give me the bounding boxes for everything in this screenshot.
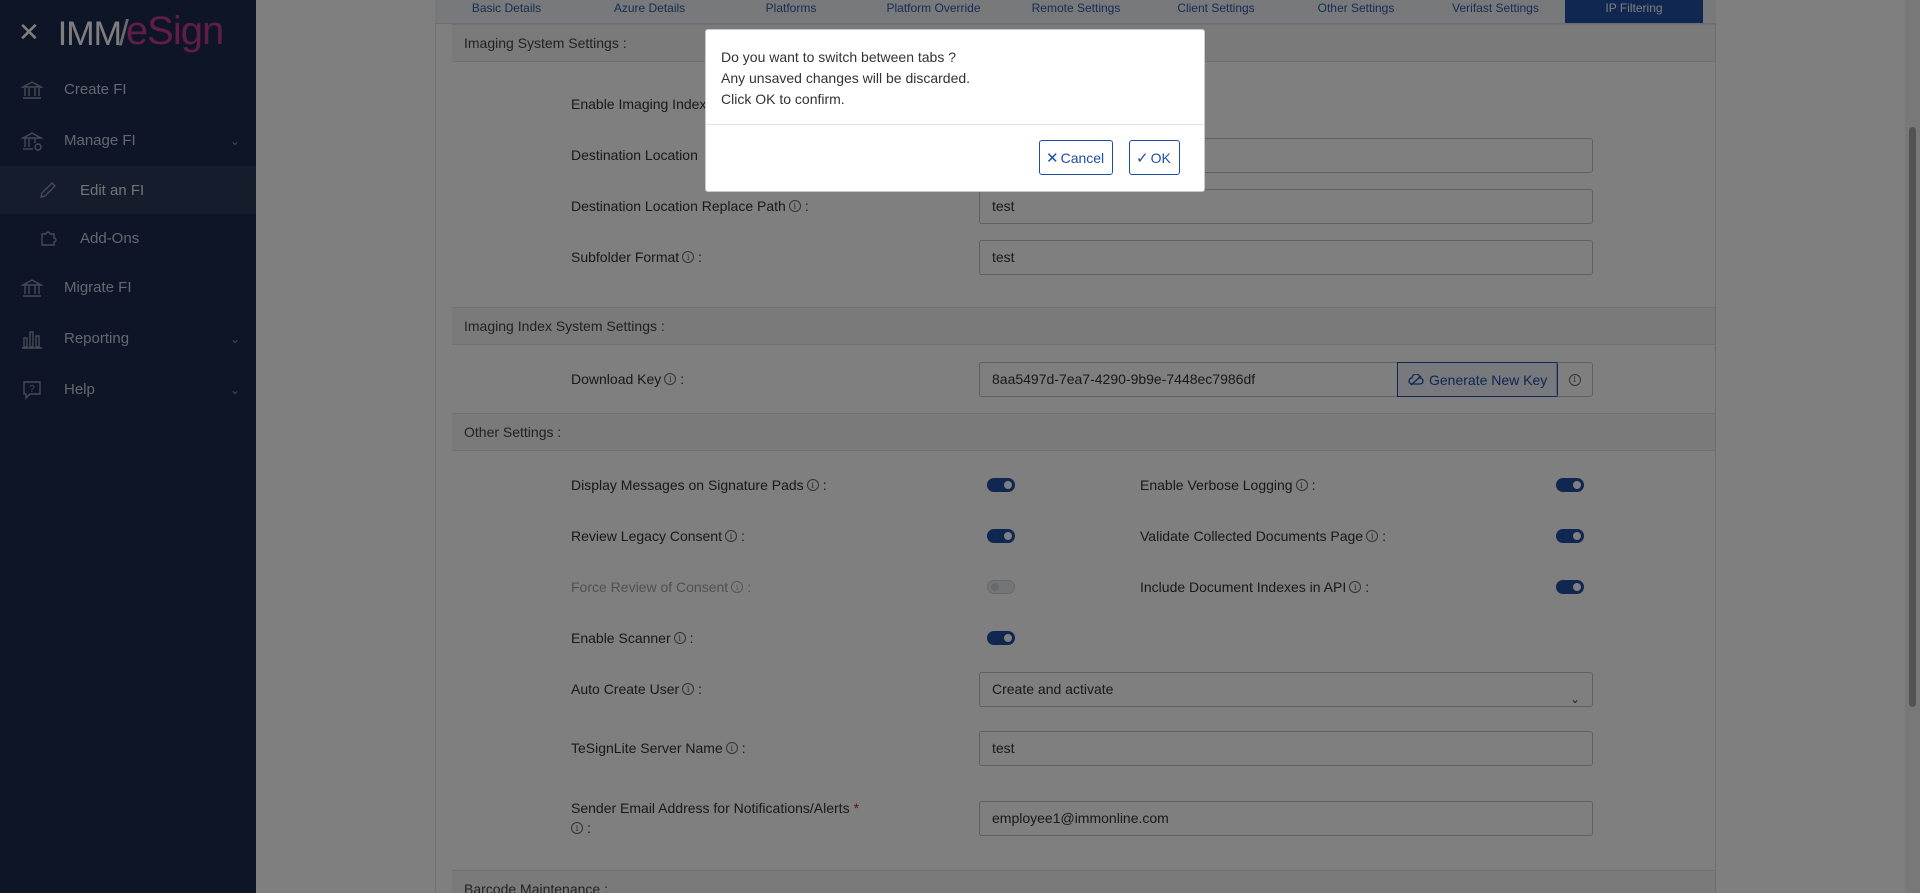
- button-label: Cancel: [1060, 149, 1105, 166]
- dialog-message-line: Do you want to switch between tabs ?: [721, 49, 957, 65]
- dialog-message-line: Any unsaved changes will be discarded.: [721, 70, 971, 86]
- dialog-message-line: Click OK to confirm.: [721, 91, 845, 107]
- close-icon: ✕: [1046, 149, 1059, 167]
- check-icon: ✓: [1136, 149, 1149, 167]
- dialog-footer: ✕ Cancel ✓ OK: [706, 125, 1204, 191]
- confirm-dialog: Do you want to switch between tabs ? Any…: [705, 29, 1205, 192]
- ok-button[interactable]: ✓ OK: [1129, 140, 1180, 175]
- cancel-button[interactable]: ✕ Cancel: [1039, 140, 1114, 175]
- dialog-body: Do you want to switch between tabs ? Any…: [706, 30, 1204, 125]
- button-label: OK: [1150, 149, 1171, 166]
